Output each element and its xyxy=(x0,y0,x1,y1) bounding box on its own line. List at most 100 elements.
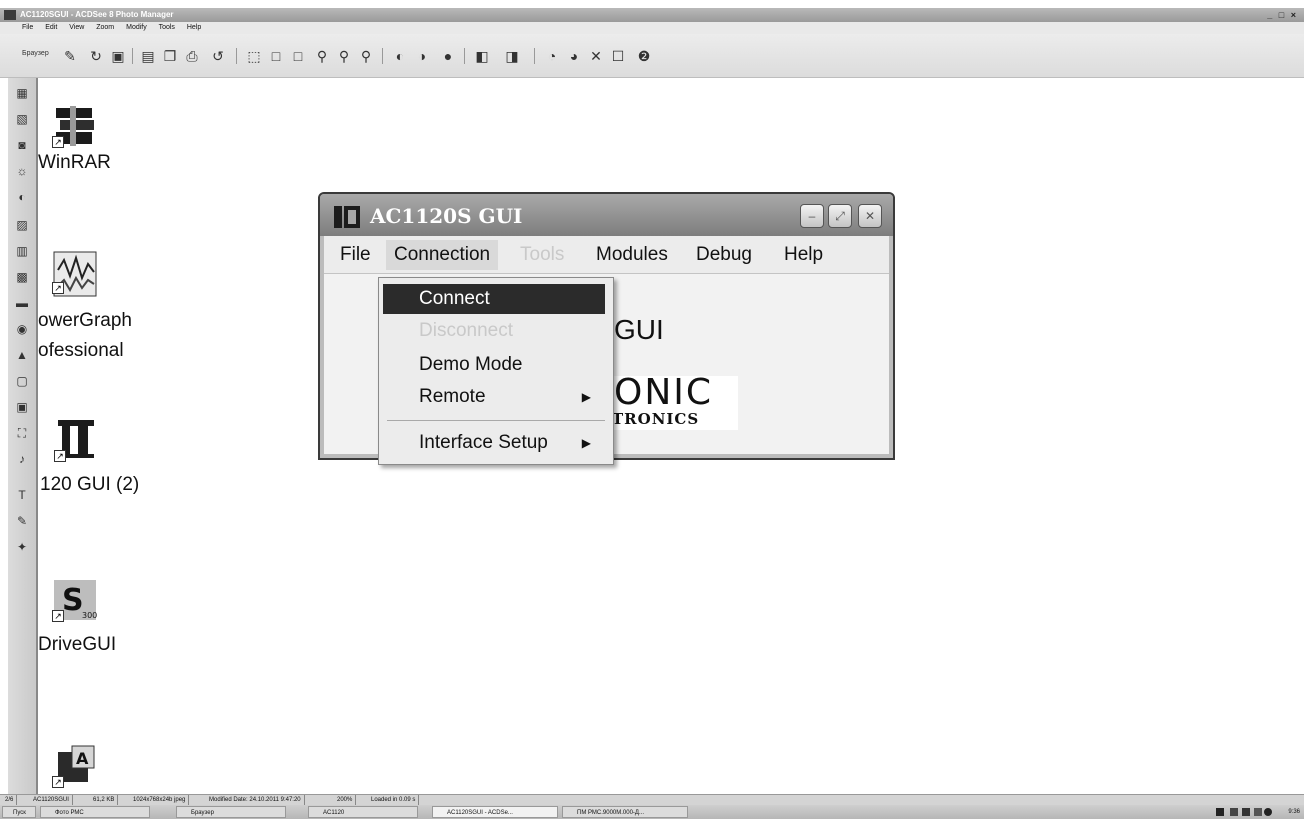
menu-item-connect[interactable]: Connect xyxy=(383,284,605,314)
pen-tool-icon[interactable]: ✎ xyxy=(12,514,32,528)
start-button[interactable]: Пуск xyxy=(2,806,36,818)
acdsee-menu-help[interactable]: Help xyxy=(187,24,201,31)
app-name-text: GUI xyxy=(614,314,664,345)
acdsee-title: AC1120SGUI - ACDSee 8 Photo Manager xyxy=(20,10,174,19)
rotate-right-icon[interactable]: ◕ xyxy=(566,48,582,64)
brand-logo-bottom: TRONICS xyxy=(612,410,700,428)
taskbar-item-browser[interactable]: Браузер xyxy=(176,806,286,818)
menu-tools[interactable]: Tools xyxy=(520,244,564,266)
tool-13-icon[interactable]: ▣ xyxy=(12,400,32,414)
tool-12-icon[interactable]: ▢ xyxy=(12,374,32,388)
menu-debug[interactable]: Debug xyxy=(696,244,752,266)
taskbar-item-photo[interactable]: Фото РМС xyxy=(40,806,150,818)
menu-file[interactable]: File xyxy=(340,244,371,266)
menu-item-demo-mode[interactable]: Demo Mode xyxy=(383,350,605,380)
menu-item-interface-setup-label: Interface Setup xyxy=(419,432,548,453)
acdsee-menu-edit[interactable]: Edit xyxy=(45,24,57,31)
tool-15-icon[interactable]: ♪ xyxy=(12,452,32,466)
zoom-in-icon[interactable]: ⚲ xyxy=(314,48,330,64)
acdsee-menu-view[interactable]: View xyxy=(69,24,84,31)
info-icon[interactable]: ● xyxy=(440,48,456,64)
acdsee-left-toolstrip: ▦ ▧ ◙ ☼ ◐ ▨ ▥ ▩ ▬ ◉ ▲ ▢ ▣ ⛶ ♪ T ✎ ✦ xyxy=(8,78,38,794)
menu-item-interface-setup[interactable]: Interface Setup ▶ xyxy=(383,428,605,458)
submenu-arrow-icon: ▶ xyxy=(581,390,591,404)
slideshow-icon[interactable]: ▤ xyxy=(140,48,156,64)
brand-logo-top: ONIC xyxy=(614,372,714,413)
brush-tool-icon[interactable]: ✦ xyxy=(12,540,32,554)
tool-4-icon[interactable]: ☼ xyxy=(12,164,32,178)
menu-item-remote-label: Remote xyxy=(419,386,486,407)
desktop-icon-label: WinRAR xyxy=(38,152,111,173)
select-icon[interactable]: ⬚ xyxy=(246,48,262,64)
help-icon[interactable]: ❷ xyxy=(636,48,652,64)
window-titlebar[interactable]: AC1120S GUI – ⤢ ✕ xyxy=(320,194,893,236)
taskbar-item-acdsee[interactable]: AC1120SGUI - ACDSe... xyxy=(432,806,558,818)
tool-2-icon[interactable]: ▧ xyxy=(12,112,32,126)
acdsee-menubar: File Edit View Zoom Modify Tools Help xyxy=(0,22,1304,34)
winrar-icon: ↗ xyxy=(52,104,98,148)
menu-modules[interactable]: Modules xyxy=(596,244,668,266)
windows-taskbar: Пуск Фото РМС Браузер AC1120 AC1120SGUI … xyxy=(0,805,1304,819)
tool-8-icon[interactable]: ▩ xyxy=(12,270,32,284)
properties-icon[interactable]: ☐ xyxy=(610,48,626,64)
drivegui-icon: S 300 ↗ xyxy=(52,578,98,622)
app-logo-icon xyxy=(334,206,362,228)
tool-14-icon[interactable]: ⛶ xyxy=(12,426,32,440)
shortcut-arrow-icon: ↗ xyxy=(52,282,64,294)
shortcut-arrow-icon: ↗ xyxy=(52,776,64,788)
desktop-icon-label: owerGraph xyxy=(38,310,132,331)
previous-icon[interactable]: ◐ xyxy=(392,48,408,64)
copy-icon[interactable]: ❐ xyxy=(162,48,178,64)
fit-icon[interactable]: □ xyxy=(268,48,284,64)
taskbar-item-ac1120[interactable]: AC1120 xyxy=(308,806,418,818)
status-dimensions: 1024x768x24b jpeg xyxy=(130,795,190,805)
minimize-button[interactable]: – xyxy=(800,204,824,228)
tool-7-icon[interactable]: ▥ xyxy=(12,244,32,258)
view-mode-icon[interactable]: ◧ xyxy=(474,48,490,64)
actual-size-icon[interactable]: □ xyxy=(290,48,306,64)
acdsee-menu-modify[interactable]: Modify xyxy=(126,24,147,31)
brand-logo: ONIC TRONICS xyxy=(606,372,738,430)
tool-6-icon[interactable]: ▨ xyxy=(12,218,32,232)
acdsee-window-controls[interactable]: _ □ × xyxy=(1267,8,1298,22)
restore-button[interactable]: ⤢ xyxy=(828,204,852,228)
view-mode-2-icon[interactable]: ◨ xyxy=(504,48,520,64)
rotate-icon[interactable]: ↻ xyxy=(88,48,104,64)
system-tray[interactable] xyxy=(1214,807,1274,817)
acdsee-toolbar: Браузер ✎ ↻ ▣ ▤ ❐ ⎙ ↺ ⬚ □ □ ⚲ ⚲ ⚲ ◐ ◑ ● … xyxy=(0,34,1304,78)
svg-text:300: 300 xyxy=(82,611,97,620)
rotate-left-icon[interactable]: ◔ xyxy=(544,48,560,64)
delete-icon[interactable]: ✕ xyxy=(588,48,604,64)
print-icon[interactable]: ⎙ xyxy=(184,48,200,64)
tool-1-icon[interactable]: ▦ xyxy=(12,86,32,100)
acdsee-menu-zoom[interactable]: Zoom xyxy=(96,24,114,31)
tool-10-icon[interactable]: ◉ xyxy=(12,322,32,336)
menu-help[interactable]: Help xyxy=(784,244,823,266)
text-tool-icon[interactable]: T xyxy=(12,488,32,502)
save-icon[interactable]: ▣ xyxy=(110,48,126,64)
zoom-out-icon[interactable]: ⚲ xyxy=(336,48,352,64)
desktop-icon-label-line2: ofessional xyxy=(38,340,124,361)
status-modified: Modified Date: 24.10.2011 9:47:20 xyxy=(206,795,305,805)
desktop-icon-label: 120 GUI (2) xyxy=(40,474,140,495)
window-menubar: File Connection Tools Modules Debug Help xyxy=(324,236,889,274)
next-icon[interactable]: ◑ xyxy=(414,48,430,64)
tool-5-icon[interactable]: ◐ xyxy=(12,190,32,204)
tool-11-icon[interactable]: ▲ xyxy=(12,348,32,362)
menu-item-disconnect[interactable]: Disconnect xyxy=(383,316,605,346)
browse-button[interactable]: Браузер xyxy=(22,50,49,57)
acdsee-menu-file[interactable]: File xyxy=(22,24,33,31)
undo-icon[interactable]: ↺ xyxy=(210,48,226,64)
close-button[interactable]: ✕ xyxy=(858,204,882,228)
shortcut-arrow-icon: ↗ xyxy=(52,610,64,622)
menu-connection[interactable]: Connection xyxy=(386,240,499,270)
edit-icon[interactable]: ✎ xyxy=(62,48,78,64)
status-loaded: Loaded in 0.09 s xyxy=(368,795,420,805)
tool-3-icon[interactable]: ◙ xyxy=(12,138,32,152)
svg-text:S: S xyxy=(62,583,84,618)
menu-item-remote[interactable]: Remote ▶ xyxy=(383,382,605,412)
tool-9-icon[interactable]: ▬ xyxy=(12,296,32,310)
taskbar-item-document[interactable]: ПМ РМС.9000М.000-Д... xyxy=(562,806,688,818)
acdsee-menu-tools[interactable]: Tools xyxy=(159,24,175,31)
zoom-menu-icon[interactable]: ⚲ xyxy=(358,48,374,64)
